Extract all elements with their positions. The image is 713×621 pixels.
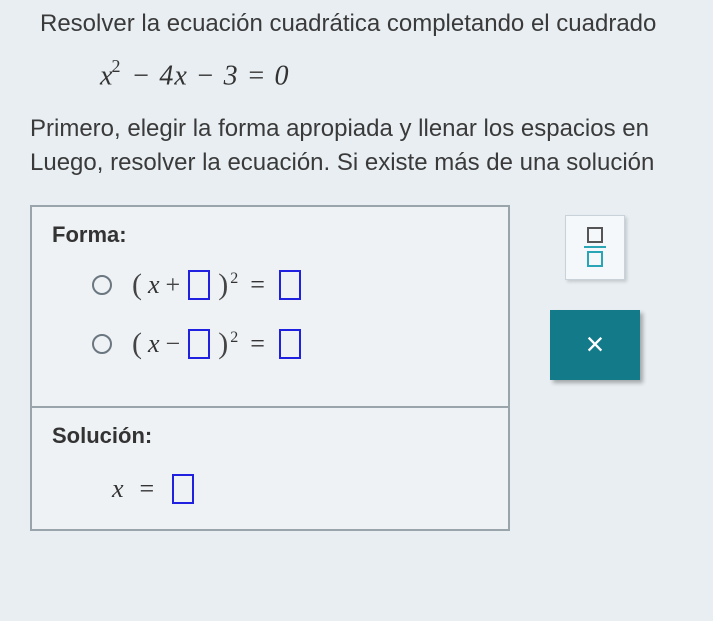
blank-input[interactable] (188, 329, 210, 359)
form-option-minus[interactable]: ( x − ) 2 = (92, 327, 488, 361)
fraction-numerator-icon (587, 227, 603, 243)
sol-equals: = (140, 474, 155, 504)
form-option-plus[interactable]: ( x + ) 2 = (92, 268, 488, 302)
forma-section: Forma: ( x + ) 2 = ( x (32, 207, 508, 406)
close-icon: × (586, 326, 605, 363)
var: x (148, 270, 160, 300)
sol-var: x (112, 474, 124, 504)
expr-plus: ( x + ) 2 = (132, 268, 303, 302)
expr-minus: ( x − ) 2 = (132, 327, 303, 361)
answer-panel: Forma: ( x + ) 2 = ( x (30, 205, 510, 531)
instructions: Primero, elegir la forma apropiada y lle… (30, 112, 713, 179)
blank-input[interactable] (172, 474, 194, 504)
open-paren-icon: ( (132, 268, 142, 302)
fraction-icon (584, 227, 606, 267)
close-button[interactable]: × (550, 310, 640, 380)
fraction-bar-icon (584, 246, 606, 248)
solution-label: Solución: (52, 423, 488, 449)
solution-section: Solución: x = (32, 408, 508, 529)
instructions-line-2: Luego, resolver la ecuación. Si existe m… (30, 146, 713, 180)
equation-exp: 2 (111, 56, 121, 76)
fraction-denominator-icon (587, 251, 603, 267)
forma-label: Forma: (52, 222, 488, 248)
close-paren-icon: ) (218, 268, 228, 302)
equals: = (250, 329, 265, 359)
main-equation: x2 − 4x − 3 = 0 (100, 58, 713, 92)
minus-op: − (166, 329, 181, 359)
exponent: 2 (230, 270, 238, 288)
blank-input[interactable] (188, 270, 210, 300)
radio-minus[interactable] (92, 334, 112, 354)
blank-input[interactable] (279, 329, 301, 359)
page-title: Resolver la ecuación cuadrática completa… (40, 10, 713, 38)
close-paren-icon: ) (218, 327, 228, 361)
instructions-line-1: Primero, elegir la forma apropiada y lle… (30, 112, 713, 146)
equals: = (250, 270, 265, 300)
blank-input[interactable] (279, 270, 301, 300)
fraction-button[interactable] (565, 215, 625, 280)
toolbar: × (550, 215, 640, 380)
var: x (148, 329, 160, 359)
exponent: 2 (230, 329, 238, 347)
open-paren-icon: ( (132, 327, 142, 361)
plus-op: + (166, 270, 181, 300)
equation-rest: − 4x − 3 = 0 (123, 60, 289, 91)
radio-plus[interactable] (92, 275, 112, 295)
solution-expr: x = (112, 474, 488, 504)
